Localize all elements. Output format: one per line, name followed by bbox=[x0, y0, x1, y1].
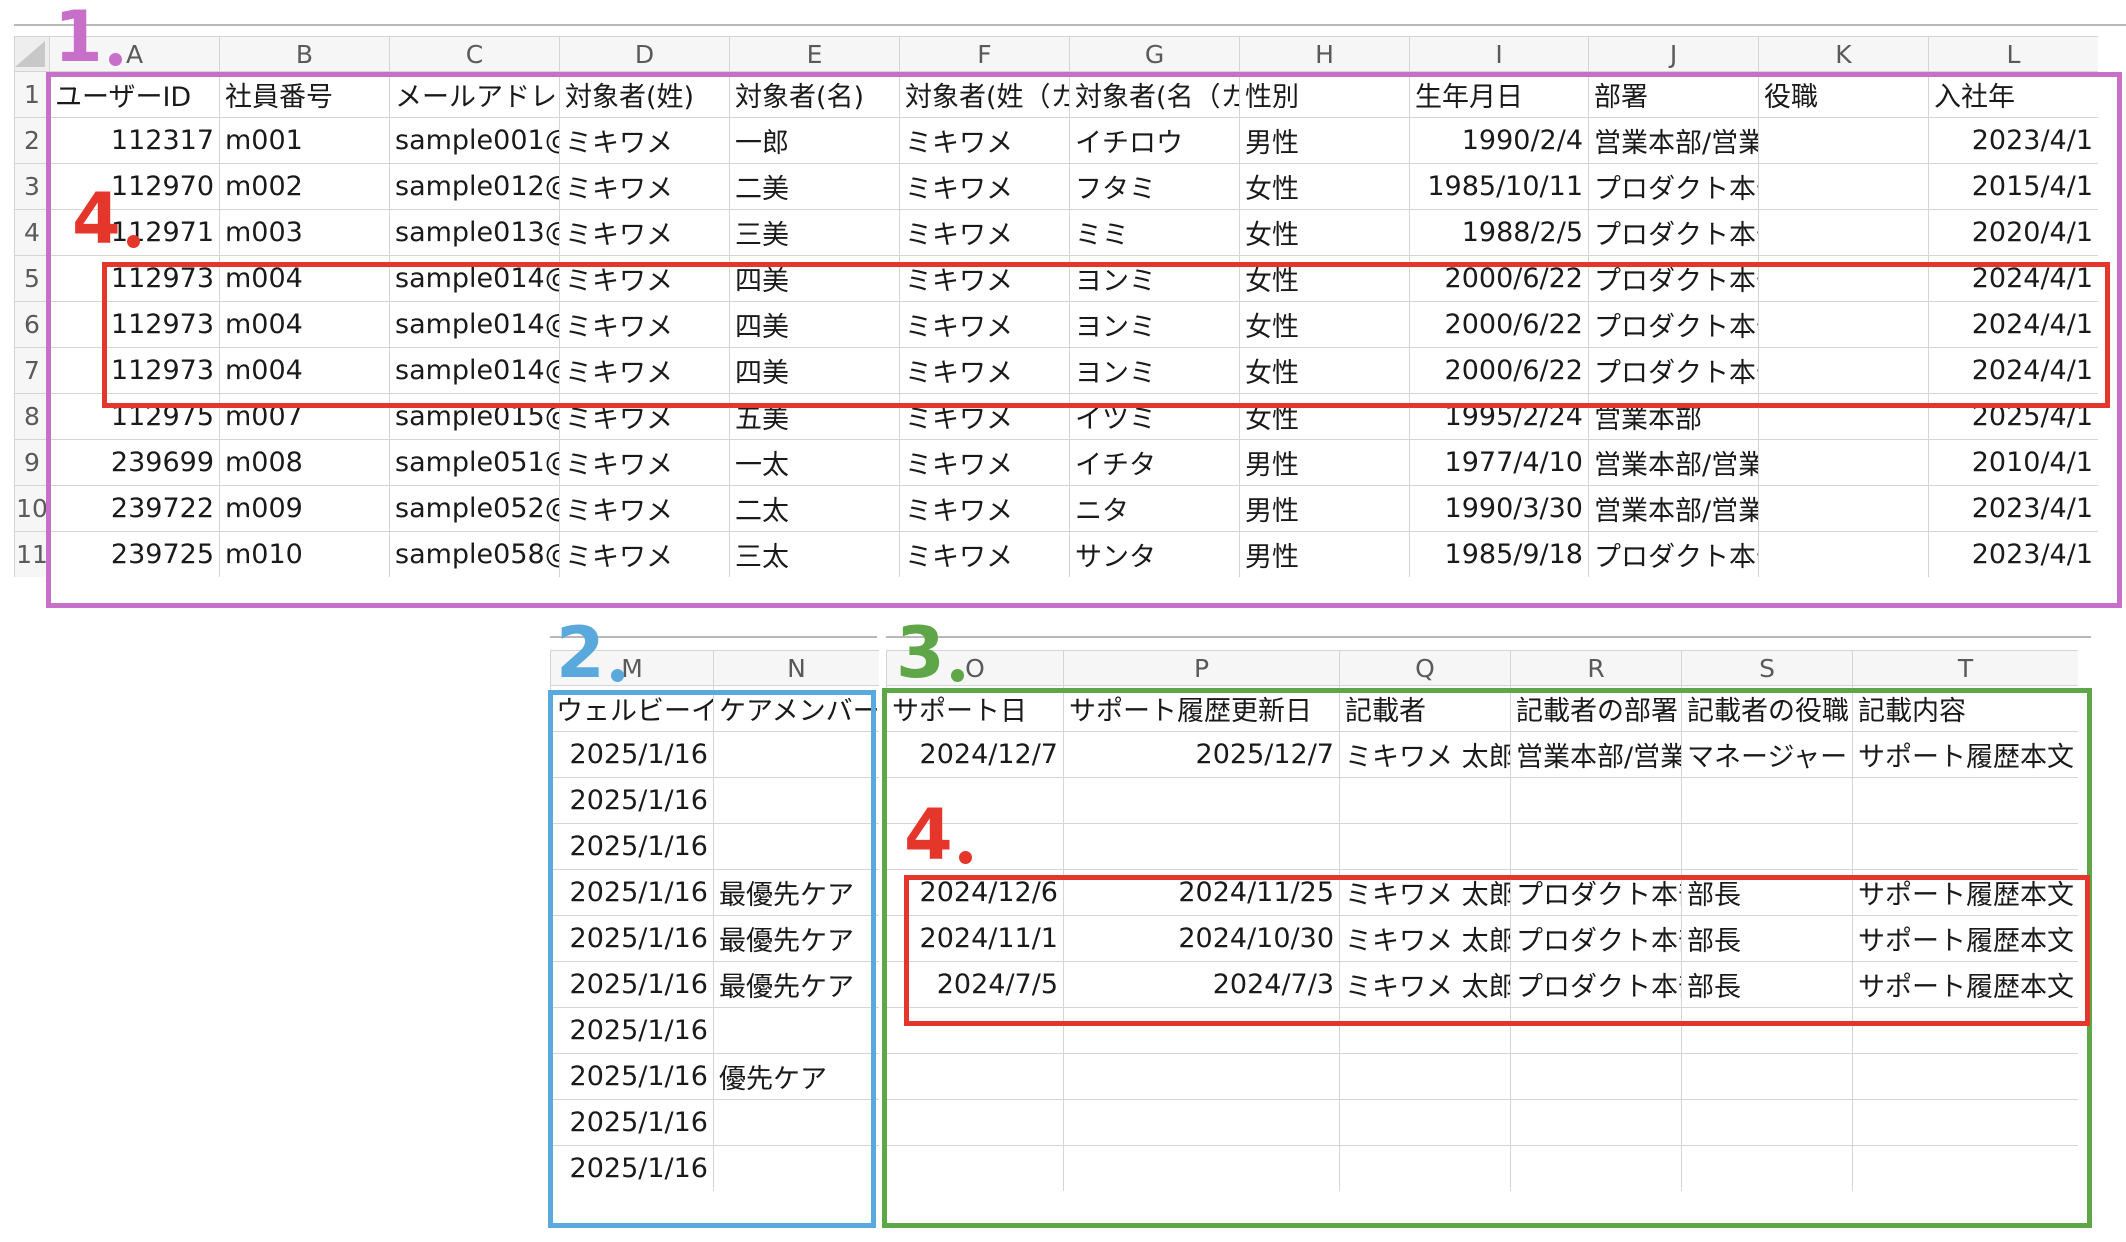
label-1: 1 bbox=[54, 2, 122, 72]
column-header-D[interactable]: D bbox=[560, 37, 729, 71]
row-header-6[interactable]: 6 bbox=[15, 302, 49, 347]
label-4-bottom: 4 bbox=[904, 800, 972, 870]
label-2-text: 2 bbox=[556, 612, 605, 694]
column-header-T[interactable]: T bbox=[1853, 651, 2078, 685]
column-header-E[interactable]: E bbox=[730, 37, 899, 71]
column-header-J[interactable]: J bbox=[1589, 37, 1758, 71]
row-header-3[interactable]: 3 bbox=[15, 164, 49, 209]
column-header-P[interactable]: P bbox=[1064, 651, 1339, 685]
label-2: 2 bbox=[556, 618, 624, 688]
select-all-corner[interactable] bbox=[15, 37, 49, 71]
column-header-B[interactable]: B bbox=[220, 37, 389, 71]
column-header-S[interactable]: S bbox=[1682, 651, 1852, 685]
column-header-F[interactable]: F bbox=[900, 37, 1069, 71]
label-4-bottom-text: 4 bbox=[904, 794, 953, 876]
label-4-top: 4 bbox=[72, 184, 140, 254]
column-header-R[interactable]: R bbox=[1511, 651, 1681, 685]
select-all-triangle-icon bbox=[15, 41, 45, 67]
frame-2-wellbeing-data bbox=[548, 690, 876, 1228]
row-header-5[interactable]: 5 bbox=[15, 256, 49, 301]
row-header-8[interactable]: 8 bbox=[15, 394, 49, 439]
row-header-10[interactable]: 10 bbox=[15, 486, 49, 531]
row-header-2[interactable]: 2 bbox=[15, 118, 49, 163]
column-header-C[interactable]: C bbox=[390, 37, 559, 71]
column-header-H[interactable]: H bbox=[1240, 37, 1409, 71]
row-header-1[interactable]: 1 bbox=[15, 72, 49, 117]
column-header-N[interactable]: N bbox=[714, 651, 879, 685]
highlight-support-rows bbox=[904, 875, 2090, 1026]
column-header-K[interactable]: K bbox=[1759, 37, 1928, 71]
column-header-I[interactable]: I bbox=[1410, 37, 1588, 71]
row-header-4[interactable]: 4 bbox=[15, 210, 49, 255]
sheet1-top-border bbox=[14, 24, 2126, 26]
row-header-9[interactable]: 9 bbox=[15, 440, 49, 485]
row-header-11[interactable]: 11 bbox=[15, 532, 49, 577]
label-3-text: 3 bbox=[896, 612, 945, 694]
label-3: 3 bbox=[896, 618, 964, 688]
label-1-text: 1 bbox=[54, 0, 103, 78]
row-header-7[interactable]: 7 bbox=[15, 348, 49, 393]
column-header-G[interactable]: G bbox=[1070, 37, 1239, 71]
column-header-Q[interactable]: Q bbox=[1340, 651, 1510, 685]
label-4-top-text: 4 bbox=[72, 178, 121, 260]
sheet3-top-border bbox=[886, 636, 2091, 638]
highlight-duplicate-rows bbox=[102, 262, 2110, 408]
column-header-L[interactable]: L bbox=[1929, 37, 2098, 71]
